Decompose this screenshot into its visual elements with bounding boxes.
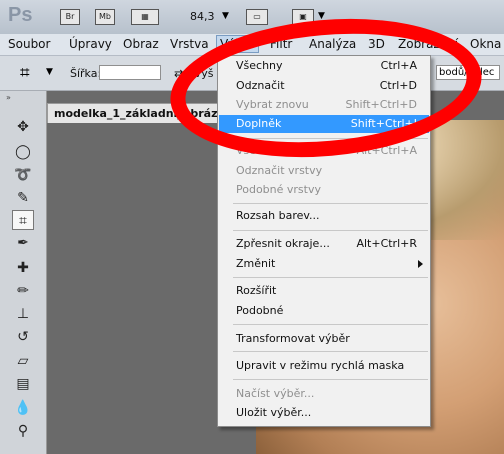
chevron-down-icon[interactable]: ▼ <box>222 11 229 21</box>
menu-item-podobne-vrstvy[interactable]: Podobné vrstvy <box>219 181 429 199</box>
select-menu-dropdown: Všechny Ctrl+A Odznačit Ctrl+D Vybrat znov… <box>217 55 431 427</box>
view-extras-button[interactable]: ▦ <box>131 9 159 25</box>
menu-item-odznacit[interactable]: Odznačit Ctrl+D <box>219 77 429 95</box>
menu-filtr[interactable]: Filtr <box>270 37 292 51</box>
menu-item-rozsah-barev[interactable]: Rozsah barev... <box>219 207 429 225</box>
blur-icon[interactable]: 💧 <box>12 398 34 418</box>
menu-item-vsechny[interactable]: Všechny Ctrl+A <box>219 57 429 75</box>
chevron-down-icon[interactable]: ▼ <box>318 11 325 21</box>
menu-item-vybrat-znovu[interactable]: Vybrat znovu Shift+Ctrl+D <box>219 96 429 114</box>
menu-zobrazeni[interactable]: Zobrazení <box>398 37 458 51</box>
menu-separator <box>233 277 428 278</box>
menu-upravy[interactable]: Úpravy <box>69 37 112 51</box>
swap-icon[interactable]: ⇄ <box>174 67 183 80</box>
menu-item-nacist-vyber[interactable]: Načíst výběr... <box>219 385 429 403</box>
eyedropper-icon[interactable]: ✒ <box>12 233 34 253</box>
move-icon[interactable]: ✥ <box>12 117 34 137</box>
photoshop-logo: Ps <box>8 4 33 26</box>
screen-mode-button[interactable]: ▣ <box>292 9 314 25</box>
menu-separator <box>233 138 428 139</box>
history-brush-icon[interactable]: ↺ <box>12 327 34 347</box>
menu-soubor[interactable]: Soubor <box>8 37 50 51</box>
menu-item-zpresnit-okraje[interactable]: Zpřesnit okraje... Alt+Ctrl+R <box>219 235 429 253</box>
mini-bridge-button[interactable]: Mb <box>95 9 115 25</box>
menu-analyza[interactable]: Analýza <box>309 37 356 51</box>
resolution-units-select[interactable]: bodů/palec <box>436 65 500 80</box>
menu-separator <box>233 203 428 204</box>
menu-item-transformovat-vyber[interactable]: Transformovat výběr <box>219 330 429 348</box>
menu-item-podobne[interactable]: Podobné <box>219 302 429 320</box>
dodge-icon[interactable]: ⚲ <box>12 421 34 441</box>
menu-item-odznacit-vrstvy[interactable]: Odznačit vrstvy <box>219 162 429 180</box>
brush-icon[interactable]: ✏ <box>12 281 34 301</box>
menu-bar: Soubor Úpravy Obraz Vrstva Výběr Filtr A… <box>0 34 504 56</box>
menu-separator <box>233 324 428 325</box>
arrange-documents-button[interactable]: ▭ <box>246 9 268 25</box>
menu-item-rozsirit[interactable]: Rozšířit <box>219 282 429 300</box>
submenu-arrow-icon <box>418 260 423 268</box>
menu-obraz[interactable]: Obraz <box>123 37 159 51</box>
crop-icon[interactable]: ⌗ <box>12 210 34 230</box>
tools-panel: » ✥ ◯ ➰ ✎ ⌗ ✒ ✚ ✏ ⊥ ↺ ▱ ▤ 💧 ⚲ <box>0 91 47 454</box>
menu-item-ulozit-vyber[interactable]: Uložit výběr... <box>219 404 429 422</box>
quick-selection-icon[interactable]: ✎ <box>12 188 34 208</box>
menu-vrstva[interactable]: Vrstva <box>170 37 209 51</box>
menu-vyber[interactable]: Výběr <box>216 35 259 53</box>
crop-icon[interactable]: ⌗ <box>20 63 30 83</box>
menu-separator <box>233 379 428 380</box>
height-label: Výš <box>194 67 214 80</box>
width-field[interactable] <box>99 65 161 80</box>
collapse-panel-icon[interactable]: » <box>6 93 11 102</box>
healing-brush-icon[interactable]: ✚ <box>12 258 34 278</box>
ellipse-marquee-icon[interactable]: ◯ <box>12 142 34 162</box>
width-label: Šířka: <box>70 67 102 80</box>
eraser-icon[interactable]: ▱ <box>12 351 34 371</box>
menu-item-rychla-maska[interactable]: Upravit v režimu rychlá maska <box>219 357 429 375</box>
title-bar: Ps Br Mb ▦ 84,3 ▼ ▭ ▣ ▼ <box>0 0 504 34</box>
zoom-level[interactable]: 84,3 <box>190 10 215 23</box>
menu-item-zmenit[interactable]: Změnit <box>219 255 429 273</box>
bridge-button[interactable]: Br <box>60 9 80 25</box>
chevron-down-icon[interactable]: ▼ <box>46 67 53 77</box>
menu-separator <box>233 351 428 352</box>
lasso-icon[interactable]: ➰ <box>12 165 34 185</box>
menu-item-vsechny-vrstvy[interactable]: Všechny vrstvy Alt+Ctrl+A <box>219 142 429 160</box>
gradient-icon[interactable]: ▤ <box>12 374 34 394</box>
menu-item-doplnek[interactable]: Doplněk Shift+Ctrl+I <box>219 115 429 133</box>
menu-3d[interactable]: 3D <box>368 37 385 51</box>
clone-stamp-icon[interactable]: ⊥ <box>12 304 34 324</box>
menu-separator <box>233 230 428 231</box>
menu-okna[interactable]: Okna <box>470 37 501 51</box>
